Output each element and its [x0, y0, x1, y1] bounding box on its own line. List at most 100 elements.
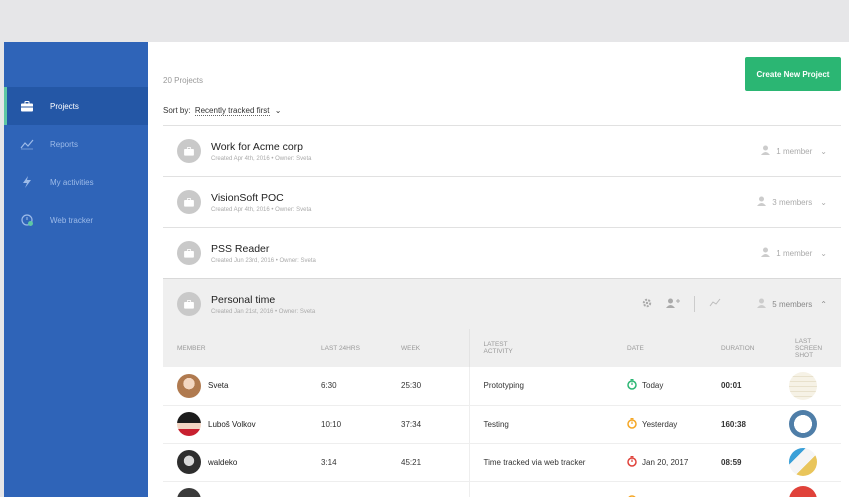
project-info: PSS Reader Created Jun 23rd, 2016 • Owne…: [211, 243, 316, 264]
add-user-icon[interactable]: [666, 295, 680, 313]
col-week[interactable]: WEEK: [387, 329, 469, 367]
project-info: Work for Acme corp Created Apr 4th, 2016…: [211, 141, 312, 162]
avatar: [177, 488, 201, 497]
sort-value[interactable]: Recently tracked first: [194, 106, 270, 116]
col-shot-line3: SHOT: [795, 351, 814, 359]
lightning-icon: [20, 175, 34, 189]
sort-label: Sort by:: [163, 106, 191, 115]
screenshot-thumbnail[interactable]: [789, 371, 817, 400]
week-value: 25:30: [387, 367, 469, 406]
duration-value: 08:59: [707, 443, 781, 482]
project-info: VisionSoft POC Created Apr 4th, 2016 • O…: [211, 192, 312, 213]
user-icon: [757, 298, 767, 310]
activity-value: Time tracked via web tracker: [468, 443, 613, 482]
project-count: 20 Projects: [163, 76, 204, 85]
project-briefcase-icon: [177, 190, 201, 214]
screenshot-thumbnail[interactable]: [789, 410, 817, 438]
project-name[interactable]: VisionSoft POC: [211, 192, 312, 204]
last24-value: 6:30: [307, 367, 387, 406]
top-bar: [0, 0, 849, 42]
project-name[interactable]: PSS Reader: [211, 243, 316, 255]
table-row[interactable]: [163, 481, 841, 497]
project-row[interactable]: PSS Reader Created Jun 23rd, 2016 • Owne…: [163, 227, 841, 278]
week-value: 45:21: [387, 443, 469, 482]
avatar: [177, 412, 201, 436]
sidebar-item-label: Projects: [50, 101, 79, 111]
project-info: Personal time Created Jan 21st, 2016 • O…: [211, 294, 315, 315]
col-duration[interactable]: DURATION: [707, 329, 781, 367]
sidebar-brand-area: [4, 42, 148, 87]
stopwatch-icon: [627, 417, 637, 431]
col-date[interactable]: DATE: [613, 329, 707, 367]
col-shot-line2: SCREEN: [795, 344, 823, 352]
sort-control[interactable]: Sort by: Recently tracked first ⌄: [163, 106, 282, 116]
week-value: 37:34: [387, 405, 469, 444]
avatar: [177, 450, 201, 474]
user-icon: [757, 196, 767, 208]
project-name[interactable]: Work for Acme corp: [211, 141, 312, 153]
col-latest-line2: ACTIVITY: [483, 348, 513, 355]
col-last24[interactable]: LAST 24HRS: [307, 329, 387, 367]
sidebar: Projects Reports My activities Web track…: [4, 42, 148, 497]
sidebar-item-projects[interactable]: Projects: [4, 87, 148, 125]
chevron-down-icon: ⌄: [274, 106, 282, 115]
chevron-up-icon: ⌃: [820, 299, 827, 309]
col-member[interactable]: MEMBER: [163, 329, 307, 367]
chevron-down-icon: ⌄: [820, 248, 827, 258]
project-meta: Created Jan 21st, 2016 • Owner: Sveta: [211, 308, 316, 315]
web-tracker-icon: [20, 213, 34, 227]
sidebar-item-web-tracker[interactable]: Web tracker: [4, 201, 148, 239]
members-count: 3 members: [772, 197, 813, 207]
project-name[interactable]: Personal time: [211, 294, 315, 306]
table-row[interactable]: waldeko 3:14 45:21 Time tracked via web …: [163, 443, 841, 482]
member-name: waldeko: [208, 457, 238, 467]
last24-value: 3:14: [307, 443, 387, 482]
screenshot-thumbnail[interactable]: [789, 486, 817, 497]
project-row[interactable]: Work for Acme corp Created Apr 4th, 2016…: [163, 125, 841, 176]
project-row-expanded[interactable]: Personal time Created Jan 21st, 2016 • O…: [163, 278, 841, 329]
table-row[interactable]: Sveta 6:30 25:30 Prototyping Today 00:01: [163, 367, 841, 406]
main-content: 20 Projects Create New Project Sort by: …: [148, 42, 849, 497]
duration-value: 160:38: [707, 405, 781, 444]
members-table: MEMBER LAST 24HRS WEEK LATEST ACTIVITY D…: [163, 329, 841, 497]
create-new-project-button[interactable]: Create New Project: [745, 57, 841, 91]
project-meta: Created Apr 4th, 2016 • Owner: Sveta: [211, 206, 312, 213]
date-value: Today: [642, 381, 664, 391]
last24-value: 10:10: [307, 405, 387, 444]
table-header-row: MEMBER LAST 24HRS WEEK LATEST ACTIVITY D…: [163, 329, 841, 367]
members-count: 5 members: [772, 299, 813, 309]
project-row[interactable]: VisionSoft POC Created Apr 4th, 2016 • O…: [163, 176, 841, 227]
chevron-down-icon: ⌄: [820, 146, 827, 156]
gear-icon[interactable]: [642, 295, 652, 313]
members-count: 1 member: [776, 146, 813, 156]
tools-divider: [694, 296, 695, 312]
sidebar-item-label: Reports: [50, 139, 79, 149]
sidebar-item-my-activities[interactable]: My activities: [4, 163, 148, 201]
avatar: [177, 373, 201, 398]
project-briefcase-icon: [177, 139, 201, 163]
member-name: Luboš Volkov: [208, 419, 256, 429]
members-toggle[interactable]: 5 members ⌃: [757, 279, 827, 329]
sidebar-item-reports[interactable]: Reports: [4, 125, 148, 163]
col-shot-line1: LAST: [795, 337, 812, 345]
screenshot-thumbnail[interactable]: [789, 448, 817, 476]
members-toggle[interactable]: 1 member ⌄: [761, 126, 827, 176]
project-briefcase-icon: [177, 292, 201, 316]
chart-line-icon[interactable]: [709, 295, 721, 313]
chart-line-icon: [20, 137, 34, 151]
member-name: Sveta: [208, 381, 229, 391]
sidebar-item-label: Web tracker: [50, 215, 93, 225]
members-toggle[interactable]: 1 member ⌄: [761, 228, 827, 278]
project-meta: Created Jun 23rd, 2016 • Owner: Sveta: [211, 257, 316, 264]
activity-value: Prototyping: [468, 367, 613, 406]
col-latest-activity[interactable]: LATEST ACTIVITY: [468, 329, 613, 367]
col-last-screenshot[interactable]: LAST SCREEN SHOT: [781, 329, 841, 367]
date-value: Jan 20, 2017: [642, 457, 689, 467]
sidebar-item-label: My activities: [50, 177, 94, 187]
user-icon: [761, 145, 771, 157]
user-icon: [761, 247, 771, 259]
project-tools: [642, 279, 721, 329]
members-toggle[interactable]: 3 members ⌄: [757, 177, 827, 227]
table-row[interactable]: Luboš Volkov 10:10 37:34 Testing Yesterd…: [163, 405, 841, 444]
briefcase-icon: [20, 99, 34, 113]
